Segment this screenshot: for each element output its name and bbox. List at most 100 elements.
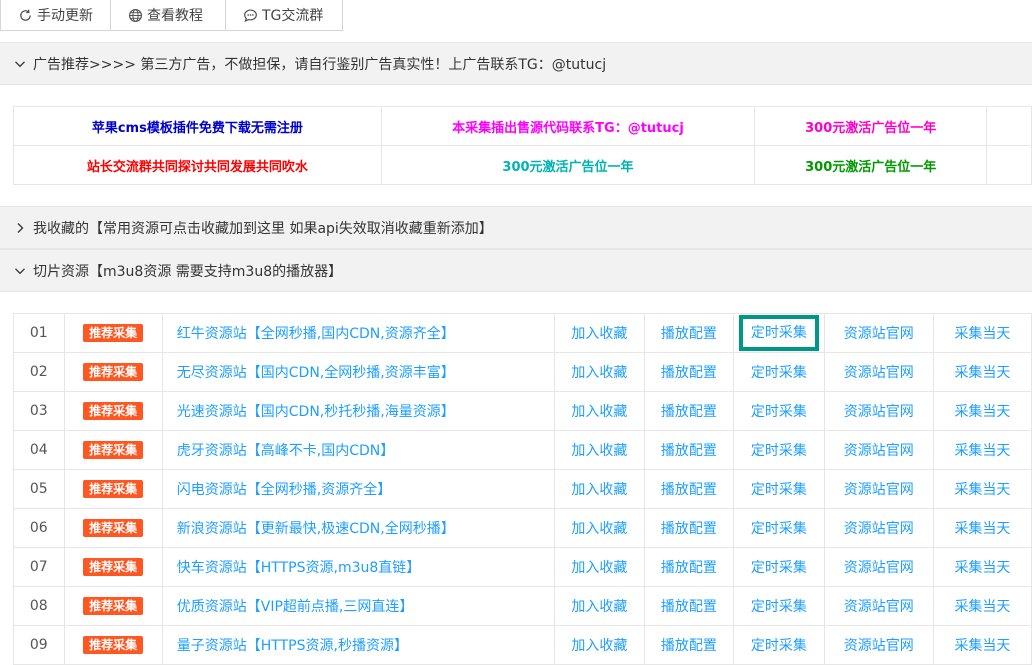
ad-panel-header[interactable]: 广告推荐>>>> 第三方广告，不做担保，请自行鉴别广告真实性！上广告联系TG：@… xyxy=(0,42,1032,85)
schedule-collect-link[interactable]: 定时采集 xyxy=(751,599,807,615)
manual-update-label: 手动更新 xyxy=(37,8,93,24)
chevron-right-icon xyxy=(14,222,26,234)
manual-update-button[interactable]: 手动更新 xyxy=(0,0,111,31)
play-config-link-cell: 播放配置 xyxy=(643,391,735,431)
tag-cell: 推荐采集 xyxy=(63,430,163,470)
resource-name-link[interactable]: 虎牙资源站【高峰不卡,国内CDN】 xyxy=(161,430,556,470)
collect-today-link[interactable]: 采集当天 xyxy=(954,638,1010,654)
resource-name-link[interactable]: 红牛资源站【全网秒播,国内CDN,资源齐全】 xyxy=(161,313,556,353)
collect-today-link-cell: 采集当天 xyxy=(932,430,1032,470)
collect-today-link-cell: 采集当天 xyxy=(932,469,1032,509)
resource-name-link[interactable]: 闪电资源站【全网秒播,资源齐全】 xyxy=(161,469,556,509)
recommend-badge: 推荐采集 xyxy=(83,441,144,459)
resource-name-link[interactable]: 无尽资源站【国内CDN,全网秒播,资源丰富】 xyxy=(161,352,556,392)
row-number: 02 xyxy=(13,352,65,392)
favorites-panel-header[interactable]: 我收藏的【常用资源可点击收藏加到这里 如果api失效取消收藏重新添加】 xyxy=(0,206,1032,249)
add-favorite-link[interactable]: 加入收藏 xyxy=(571,599,627,615)
ad-link[interactable]: 300元激活广告位一年 xyxy=(754,145,988,185)
official-site-link[interactable]: 资源站官网 xyxy=(844,560,914,576)
schedule-collect-link[interactable]: 定时采集 xyxy=(751,638,807,654)
add-favorite-link[interactable]: 加入收藏 xyxy=(571,326,627,342)
play-config-link[interactable]: 播放配置 xyxy=(661,326,717,342)
play-config-link[interactable]: 播放配置 xyxy=(661,521,717,537)
recommend-badge: 推荐采集 xyxy=(83,558,144,576)
recommend-badge: 推荐采集 xyxy=(83,636,144,654)
resource-name-link[interactable]: 量子资源站【HTTPS资源,秒播资源】 xyxy=(161,625,556,665)
official-site-link[interactable]: 资源站官网 xyxy=(844,404,914,420)
collect-today-link[interactable]: 采集当天 xyxy=(954,482,1010,498)
resource-name-link[interactable]: 快车资源站【HTTPS资源,m3u8直链】 xyxy=(161,547,556,587)
schedule-collect-link[interactable]: 定时采集 xyxy=(751,365,807,381)
ad-link[interactable]: 300元激活广告位一年 xyxy=(380,145,756,185)
add-favorite-link[interactable]: 加入收藏 xyxy=(571,560,627,576)
schedule-collect-link[interactable]: 定时采集 xyxy=(751,482,807,498)
collect-today-link[interactable]: 采集当天 xyxy=(954,365,1010,381)
play-config-link-cell: 播放配置 xyxy=(643,625,735,665)
play-config-link[interactable]: 播放配置 xyxy=(661,638,717,654)
add-favorite-link[interactable]: 加入收藏 xyxy=(571,482,627,498)
add-favorite-link-cell: 加入收藏 xyxy=(554,547,645,587)
schedule-collect-link[interactable]: 定时采集 xyxy=(751,443,807,459)
collect-today-link[interactable]: 采集当天 xyxy=(954,443,1010,459)
play-config-link[interactable]: 播放配置 xyxy=(661,443,717,459)
collect-today-link[interactable]: 采集当天 xyxy=(954,599,1010,615)
collect-today-link-cell: 采集当天 xyxy=(932,313,1032,353)
collect-today-link[interactable]: 采集当天 xyxy=(954,521,1010,537)
tutorial-button[interactable]: 查看教程 xyxy=(111,0,226,31)
add-favorite-link[interactable]: 加入收藏 xyxy=(571,404,627,420)
ad-link[interactable]: 本采集插出售源代码联系TG：@tutucj xyxy=(380,106,756,146)
play-config-link[interactable]: 播放配置 xyxy=(661,404,717,420)
resource-name-link[interactable]: 优质资源站【VIP超前点播,三网直连】 xyxy=(161,586,556,626)
official-site-link[interactable]: 资源站官网 xyxy=(844,482,914,498)
ad-link[interactable]: 苹果cms模板插件免费下载无需注册 xyxy=(13,106,382,146)
recommend-badge: 推荐采集 xyxy=(83,402,144,420)
add-favorite-link[interactable]: 加入收藏 xyxy=(571,638,627,654)
add-favorite-link[interactable]: 加入收藏 xyxy=(571,521,627,537)
add-favorite-link[interactable]: 加入收藏 xyxy=(571,365,627,381)
play-config-link[interactable]: 播放配置 xyxy=(661,365,717,381)
row-number: 05 xyxy=(13,469,65,509)
recommend-badge: 推荐采集 xyxy=(83,363,144,381)
collect-today-link[interactable]: 采集当天 xyxy=(954,404,1010,420)
ad-row: 站长交流群共同探讨共同发展共同吹水 300元激活广告位一年 300元激活广告位一… xyxy=(13,145,1032,185)
tg-group-button[interactable]: TG交流群 xyxy=(226,0,343,31)
official-site-link[interactable]: 资源站官网 xyxy=(844,365,914,381)
collect-today-link[interactable]: 采集当天 xyxy=(954,560,1010,576)
row-number: 03 xyxy=(13,391,65,431)
add-favorite-link[interactable]: 加入收藏 xyxy=(571,443,627,459)
official-site-link-cell: 资源站官网 xyxy=(823,430,934,470)
ad-link[interactable]: 300元激活广告位一年 xyxy=(754,106,988,146)
official-site-link[interactable]: 资源站官网 xyxy=(844,326,914,342)
schedule-collect-link-cell: 定时采集 xyxy=(733,469,825,509)
recommend-badge: 推荐采集 xyxy=(83,324,144,342)
row-number: 01 xyxy=(13,313,65,353)
official-site-link[interactable]: 资源站官网 xyxy=(844,521,914,537)
official-site-link[interactable]: 资源站官网 xyxy=(844,599,914,615)
official-site-link-cell: 资源站官网 xyxy=(823,508,934,548)
table-row: 04 推荐采集 虎牙资源站【高峰不卡,国内CDN】 加入收藏 播放配置 定时采集 资源站官网… xyxy=(13,430,1032,470)
tutorial-label: 查看教程 xyxy=(147,8,203,24)
play-config-link[interactable]: 播放配置 xyxy=(661,482,717,498)
favorites-panel-title: 我收藏的【常用资源可点击收藏加到这里 如果api失效取消收藏重新添加】 xyxy=(33,220,493,237)
ad-link[interactable]: 站长交流群共同探讨共同发展共同吹水 xyxy=(13,145,382,185)
tag-cell: 推荐采集 xyxy=(63,508,163,548)
recommend-badge: 推荐采集 xyxy=(83,480,144,498)
resource-name-link[interactable]: 光速资源站【国内CDN,秒托秒播,海量资源】 xyxy=(161,391,556,431)
official-site-link[interactable]: 资源站官网 xyxy=(844,638,914,654)
schedule-collect-link[interactable]: 定时采集 xyxy=(751,560,807,576)
tg-group-label: TG交流群 xyxy=(262,8,324,24)
resource-table: 01 推荐采集 红牛资源站【全网秒播,国内CDN,资源齐全】 加入收藏 播放配置 定时采集… xyxy=(13,313,1032,665)
play-config-link[interactable]: 播放配置 xyxy=(661,599,717,615)
m3u8-panel-header[interactable]: 切片资源【m3u8资源 需要支持m3u8的播放器】 xyxy=(0,249,1032,292)
resource-name-link[interactable]: 新浪资源站【更新最快,极速CDN,全网秒播】 xyxy=(161,508,556,548)
chevron-down-icon xyxy=(14,58,26,70)
official-site-link-cell: 资源站官网 xyxy=(823,625,934,665)
schedule-collect-link[interactable]: 定时采集 xyxy=(738,315,819,351)
play-config-link[interactable]: 播放配置 xyxy=(661,560,717,576)
collect-today-link[interactable]: 采集当天 xyxy=(954,326,1010,342)
schedule-collect-link[interactable]: 定时采集 xyxy=(751,404,807,420)
official-site-link[interactable]: 资源站官网 xyxy=(844,443,914,459)
schedule-collect-link[interactable]: 定时采集 xyxy=(751,521,807,537)
ad-empty-cell xyxy=(986,145,1032,185)
tag-cell: 推荐采集 xyxy=(63,313,163,353)
